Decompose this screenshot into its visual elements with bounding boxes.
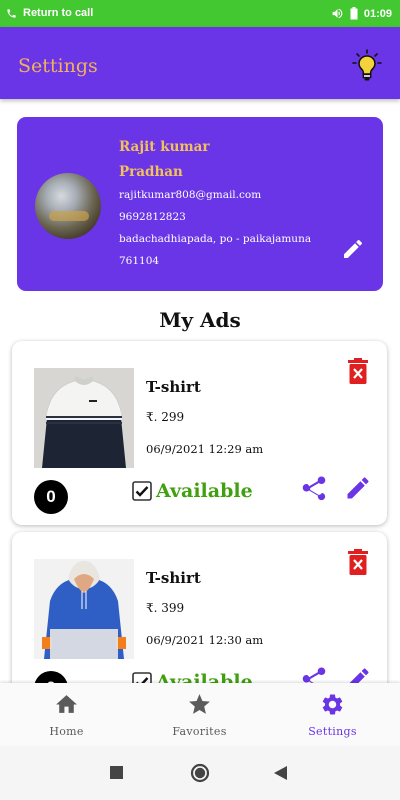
recents-button-icon[interactable]	[110, 766, 123, 779]
availability-label: Available	[156, 480, 253, 502]
my-ads-heading: My Ads	[159, 308, 241, 332]
app-bar: Settings	[0, 27, 400, 99]
delete-icon[interactable]	[347, 549, 369, 575]
ad-count-badge: 0	[34, 480, 68, 514]
ad-card[interactable]: T-shirt ₹. 299 06/9/2021 12:29 am 0 Avai…	[12, 341, 387, 525]
home-icon	[56, 695, 77, 713]
battery-icon	[350, 7, 358, 20]
product-thumbnail[interactable]	[34, 559, 134, 659]
checkbox-checked-icon[interactable]	[132, 481, 152, 501]
profile-pincode: 761104	[119, 255, 160, 267]
status-bar: Return to call 01:09	[0, 0, 400, 27]
ad-title: T-shirt	[146, 569, 201, 587]
gear-icon	[322, 694, 343, 715]
ad-price: ₹. 399	[146, 601, 185, 615]
nav-home[interactable]: Home	[0, 683, 133, 746]
volume-icon	[332, 8, 343, 19]
profile-name-line2: Pradhan	[119, 164, 183, 180]
profile-name: Rajit kumar Pradhan	[119, 135, 269, 185]
star-icon	[189, 694, 210, 714]
back-button-icon[interactable]	[274, 766, 287, 780]
return-to-call-text: Return to call	[23, 7, 94, 19]
nav-favorites[interactable]: Favorites	[133, 683, 266, 746]
profile-address: badachadhiapada, po - paikajamuna	[119, 233, 312, 245]
nav-home-label: Home	[49, 725, 84, 738]
delete-icon[interactable]	[347, 358, 369, 384]
clock: 01:09	[363, 7, 392, 20]
nav-favorites-label: Favorites	[172, 725, 227, 738]
avatar[interactable]	[35, 173, 101, 239]
ad-title: T-shirt	[146, 378, 201, 396]
profile-name-line1: Rajit kumar	[119, 139, 210, 155]
system-navigation-bar	[0, 746, 400, 800]
profile-card: Rajit kumar Pradhan rajitkumar808@gmail.…	[17, 117, 383, 291]
nav-settings-label: Settings	[308, 725, 357, 738]
product-thumbnail[interactable]	[34, 368, 134, 468]
phone-icon	[7, 8, 16, 18]
availability-toggle[interactable]: Available	[132, 480, 253, 502]
lightbulb-icon[interactable]	[352, 49, 382, 83]
share-icon[interactable]	[299, 474, 329, 504]
ad-price: ₹. 299	[146, 410, 185, 424]
page-title: Settings	[18, 55, 98, 77]
edit-profile-icon[interactable]	[341, 237, 365, 261]
bottom-navigation: Home Favorites Settings	[0, 683, 400, 746]
profile-email: rajitkumar808@gmail.com	[119, 189, 262, 201]
nav-settings[interactable]: Settings	[266, 683, 399, 746]
ad-date: 06/9/2021 12:29 am	[146, 442, 264, 456]
profile-phone: 9692812823	[119, 211, 186, 223]
return-to-call[interactable]: Return to call	[6, 7, 93, 19]
ad-date: 06/9/2021 12:30 am	[146, 633, 264, 647]
home-button-icon[interactable]	[190, 763, 210, 783]
edit-ad-icon[interactable]	[344, 474, 372, 502]
